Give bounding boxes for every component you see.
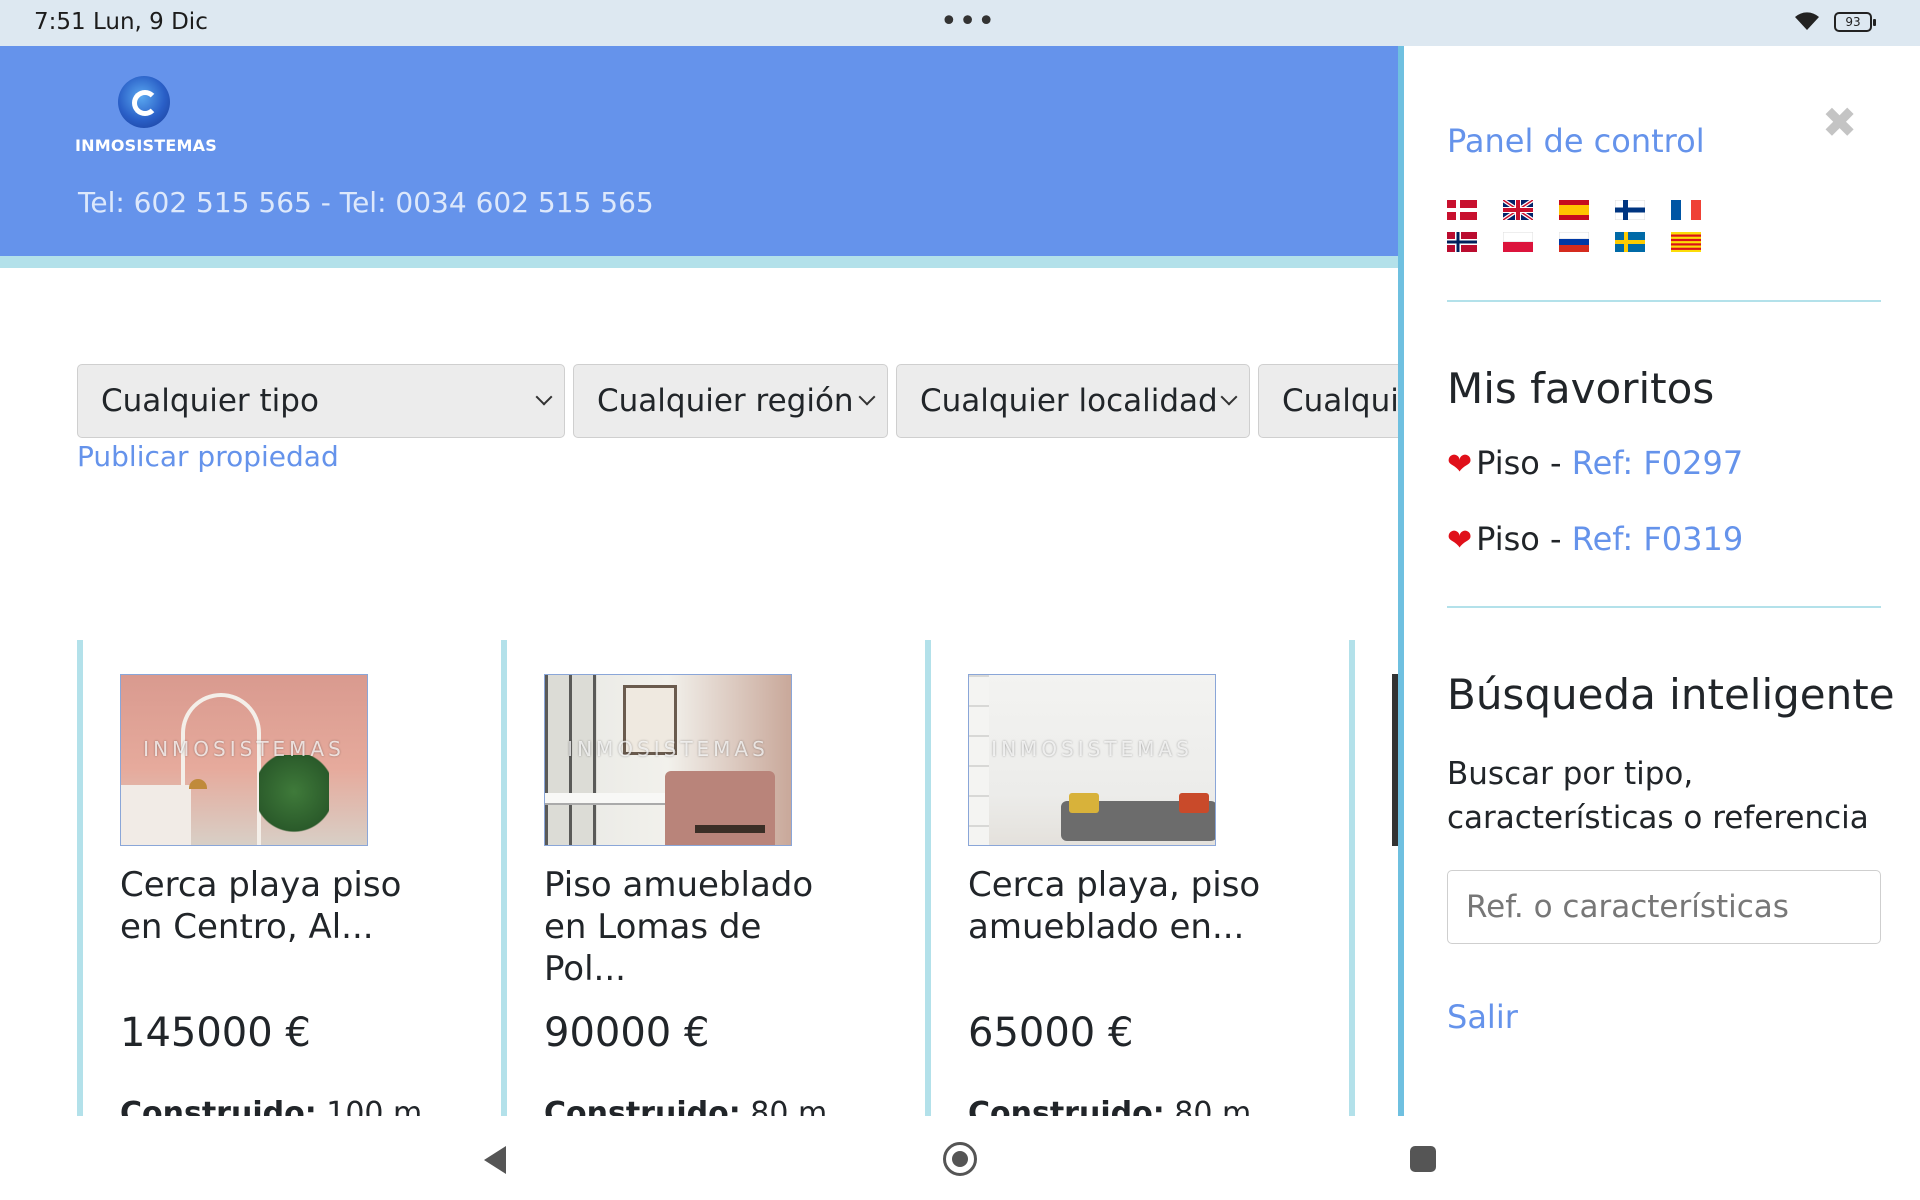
built-label: Construido: [968,1096,1165,1116]
side-panel: ✖ Panel de control Mis favoritos ❤ Piso -… [1398,46,1920,1116]
flag-swedish-icon[interactable] [1615,232,1645,252]
logo-text: INMOSISTEMAS [75,136,217,155]
listing-title[interactable]: Cerca playa piso en Centro, Al... [120,864,420,948]
smart-search-heading: Búsqueda inteligente [1447,670,1895,719]
locality-select-value: Cualquier localidad [920,383,1218,419]
flag-danish-icon[interactable] [1447,200,1477,220]
recent-apps-icon[interactable] [1410,1146,1436,1172]
built-value: 80 m [750,1096,828,1116]
listing-price: 145000 € [120,1010,311,1056]
built-value: 80 m [1174,1096,1252,1116]
listing-built-area: Construido: 100 m [120,1096,422,1116]
smart-search-description: Buscar por tipo, características o refer… [1447,756,1869,836]
locality-select[interactable]: Cualquier localidad [896,364,1250,438]
header-stripe [0,256,1398,268]
flag-russian-icon[interactable] [1559,232,1589,252]
listing-card[interactable]: INMOSISTEMAS Piso amueblado en Lomas de … [501,640,891,1116]
home-icon[interactable] [943,1142,977,1176]
flag-polish-icon[interactable] [1503,232,1533,252]
favorite-item: ❤ Piso - Ref: F0297 [1447,444,1743,482]
heart-icon: ❤ [1447,523,1473,558]
flag-catalan-icon[interactable] [1671,232,1701,252]
favorite-item: ❤ Piso - Ref: F0319 [1447,520,1743,558]
region-select[interactable]: Cualquier región [573,364,888,438]
type-select[interactable]: Cualquier tipo [77,364,565,438]
built-value: 100 m [326,1096,423,1116]
photo-watermark: INMOSISTEMAS [991,737,1193,761]
listing-price: 65000 € [968,1010,1134,1056]
flag-norwegian-icon[interactable] [1447,232,1477,252]
site-header: INMOSISTEMAS Tel: 602 515 565 - Tel: 003… [0,46,1398,268]
navigation-bar [0,1116,1920,1200]
flag-french-icon[interactable] [1671,200,1701,220]
listing-photo[interactable]: INMOSISTEMAS [544,674,792,846]
flag-english-icon[interactable] [1503,200,1533,220]
listing-price: 90000 € [544,1010,710,1056]
listing-card[interactable]: INMOSISTEMAS Cerca playa piso en Centro,… [77,640,467,1116]
built-label: Construido: [544,1096,741,1116]
status-time: 7:51 Lun, 9 Dic [34,9,208,35]
favorite-type: Piso - [1476,520,1572,558]
listing-card[interactable]: INMOSISTEMAS Cerca playa, piso amueblado… [925,640,1315,1116]
smart-search-input[interactable] [1447,870,1881,944]
flag-finnish-icon[interactable] [1615,200,1645,220]
photo-watermark: INMOSISTEMAS [567,737,769,761]
listing-photo[interactable]: INMOSISTEMAS [968,674,1216,846]
status-menu-icon[interactable]: ••• [940,4,996,39]
control-panel-link[interactable]: Panel de control [1447,122,1705,160]
header-phone: Tel: 602 515 565 - Tel: 0034 602 515 565 [78,186,654,219]
back-icon[interactable] [484,1146,506,1174]
type-select-value: Cualquier tipo [101,383,319,419]
publish-property-link[interactable]: Publicar propiedad [77,440,339,473]
listing-title[interactable]: Cerca playa, piso amueblado en... [968,864,1268,948]
chevron-down-icon [858,388,876,406]
listing-built-area: Construido: 80 m [968,1096,1251,1116]
favorite-ref-link[interactable]: Ref: F0297 [1572,444,1743,482]
divider [1447,300,1881,302]
chevron-down-icon [535,388,553,406]
photo-watermark: INMOSISTEMAS [143,737,345,761]
divider [1447,606,1881,608]
chevron-down-icon [1220,388,1238,406]
listing-photo[interactable]: INMOSISTEMAS [120,674,368,846]
listing-title[interactable]: Piso amueblado en Lomas de Pol... [544,864,844,990]
favorites-heading: Mis favoritos [1447,364,1715,413]
listing-card-partial[interactable] [1349,640,1398,1116]
site-logo[interactable]: INMOSISTEMAS [75,76,217,155]
logo-mark-icon [118,76,170,128]
logout-link[interactable]: Salir [1447,998,1518,1036]
wifi-icon [1795,12,1819,30]
flag-spanish-icon[interactable] [1559,200,1589,220]
listing-built-area: Construido: 80 m [544,1096,827,1116]
favorite-ref-link[interactable]: Ref: F0319 [1572,520,1743,558]
status-bar: 7:51 Lun, 9 Dic ••• 93 [0,0,1920,46]
built-label: Construido: [120,1096,317,1116]
region-select-value: Cualquier región [597,383,854,419]
extra-select-value: Cualquier [1282,383,1398,419]
favorite-type: Piso - [1476,444,1572,482]
close-icon[interactable]: ✖ [1822,98,1857,147]
extra-select[interactable]: Cualquier [1258,364,1398,438]
battery-icon: 93 [1834,12,1876,32]
heart-icon: ❤ [1447,447,1473,482]
